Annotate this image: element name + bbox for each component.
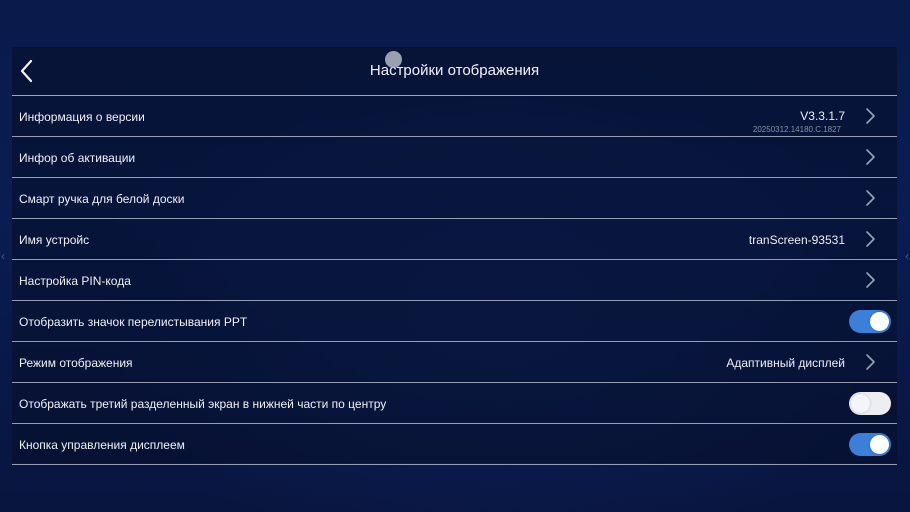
right-edge-handle[interactable]: ‹ [898,0,910,512]
left-edge-handle[interactable]: ‹ [0,0,12,512]
version-value: V3.3.1.7 [800,109,845,123]
chevron-right-icon [863,189,877,207]
split-screen-toggle[interactable] [849,392,891,415]
toggle-knob [870,312,889,331]
row-label: Кнопка управления дисплеем [19,438,185,452]
row-label: Настройка PIN-кода [19,274,131,288]
smart-pen-row[interactable]: Смарт ручка для белой доски [12,178,897,219]
build-number: 20250312.14180.C.1827 [752,125,841,134]
left-edge-icon: ‹ [1,249,5,263]
right-edge-icon: ‹ [905,249,909,263]
device-name-row[interactable]: Имя устройс tranScreen-93531 [12,219,897,260]
touch-indicator [385,51,402,68]
device-name-value: tranScreen-93531 [748,233,845,247]
ppt-icon-toggle[interactable] [849,310,891,333]
chevron-right-icon [863,148,877,166]
page-title: Настройки отображения [369,62,540,79]
toggle-knob [851,394,870,413]
activation-info-row[interactable]: Инфор об активации [12,137,897,178]
row-label: Информация о версии [19,110,145,124]
display-control-row: Кнопка управления дисплеем [12,424,897,465]
row-label: Отобразить значок перелистывания PPT [19,315,248,329]
split-screen-row: Отображать третий разделенный экран в ни… [12,383,897,424]
row-label: Смарт ручка для белой доски [19,192,185,206]
header: Настройки отображения [12,47,897,96]
row-label: Режим отображения [19,356,133,370]
ppt-icon-row: Отобразить значок перелистывания PPT [12,301,897,342]
display-mode-row[interactable]: Режим отображения Адаптивный дисплей [12,342,897,383]
row-label: Инфор об активации [19,151,136,165]
row-label: Отображать третий разделенный экран в ни… [19,397,387,411]
display-mode-value: Адаптивный дисплей [726,356,845,370]
settings-panel: Настройки отображения Информация о верси… [12,47,897,465]
pin-settings-row[interactable]: Настройка PIN-кода [12,260,897,301]
chevron-right-icon [863,271,877,289]
chevron-right-icon [863,107,877,125]
row-label: Имя устройс [19,233,90,247]
chevron-right-icon [863,230,877,248]
toggle-knob [870,435,889,454]
display-control-toggle[interactable] [849,433,891,456]
chevron-right-icon [863,353,877,371]
version-info-row[interactable]: Информация о версии V3.3.1.7 20250312.14… [12,96,897,137]
